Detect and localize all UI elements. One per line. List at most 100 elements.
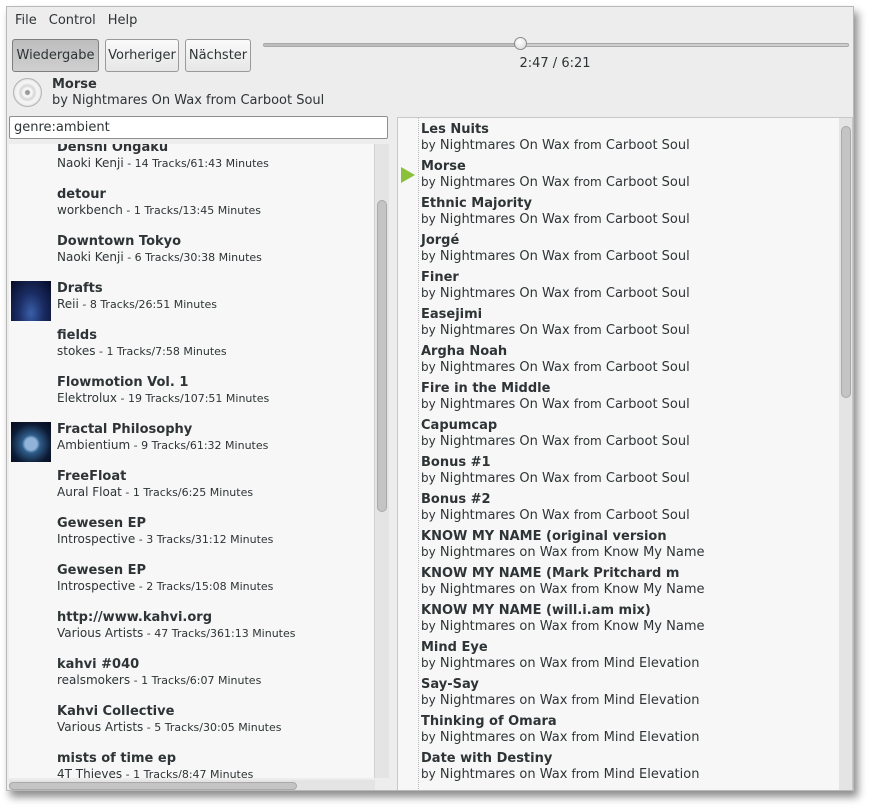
playlist-row[interactable]: KNOW MY NAME (Mark Pritchard m by Nightma… [398,564,852,601]
track-title: Morse [421,159,466,174]
album-list-scroll-thumb[interactable] [377,200,387,512]
playlist-row[interactable]: Finer by Nightmares On Wax from Carboot S… [398,268,852,305]
album-stats: 2 Tracks/15:08 Minutes [146,580,274,593]
album-subtitle: workbench - 1 Tracks/13:45 Minutes [57,203,261,217]
album-item[interactable]: Gewesen EP Introspective - 3 Tracks/31:12… [9,512,374,559]
track-subtitle: by Nightmares On Wax from Carboot Soul [421,508,690,523]
track-album: Mind Elevation [603,730,700,745]
album-artist: Various Artists [57,626,144,640]
album-list-horizontal-scrollbar[interactable] [9,780,375,790]
track-from: from [573,471,602,485]
album-list-vertical-scrollbar[interactable] [375,144,389,778]
next-button[interactable]: Nächster [185,39,251,72]
album-item[interactable]: Flowmotion Vol. 1 Elektrolux - 19 Tracks/… [9,371,374,418]
cd-icon [13,78,42,107]
seek-slider[interactable] [263,43,849,47]
menu-control[interactable]: Control [45,11,100,28]
seek-slider-handle[interactable] [513,37,527,50]
track-title: Finer [421,270,459,285]
playlist-row[interactable]: Date with Destiny by Nightmares on Wax fr… [398,749,852,786]
album-subtitle: Various Artists - 5 Tracks/30:05 Minutes [57,720,282,734]
track-from: from [573,212,602,226]
track-by: by [421,212,436,226]
track-artist: Nightmares On Wax [439,434,570,449]
album-separator: - [121,486,133,499]
track-by: by [421,767,436,781]
now-playing-from: from [206,93,237,108]
search-input[interactable] [9,116,388,139]
track-album: Know My Name [603,545,705,560]
track-by: by [421,249,436,263]
album-item[interactable]: Kahvi Collective Various Artists - 5 Trac… [9,700,374,747]
track-subtitle: by Nightmares On Wax from Carboot Soul [421,249,690,264]
playlist-row[interactable]: Say-Say by Nightmares on Wax from Mind El… [398,675,852,712]
playlist-row[interactable]: Morse by Nightmares On Wax from Carboot S… [398,157,852,194]
track-by: by [421,730,436,744]
menu-file[interactable]: File [11,11,41,28]
album-artist: Introspective [57,532,136,546]
album-subtitle: Introspective - 2 Tracks/15:08 Minutes [57,579,273,593]
playlist-row[interactable]: Jorgé by Nightmares On Wax from Carboot S… [398,231,852,268]
playlist-row[interactable]: Easejimi by Nightmares On Wax from Carboo… [398,305,852,342]
album-subtitle: Naoki Kenji - 14 Tracks/61:43 Minutes [57,156,269,170]
album-item[interactable]: Drafts Reii - 8 Tracks/26:51 Minutes [9,277,374,324]
album-item[interactable]: mists of time ep 4T Thieves - 1 Tracks/8:… [9,747,374,778]
album-list[interactable]: Denshi Ongaku Naoki Kenji - 14 Tracks/61:… [9,144,375,778]
album-item[interactable]: Gewesen EP Introspective - 2 Tracks/15:08… [9,559,374,606]
track-by: by [421,323,436,337]
playlist-row[interactable]: Fire in the Middle by Nightmares On Wax f… [398,379,852,416]
track-subtitle: by Nightmares on Wax from Know My Name [421,619,705,634]
track-from: from [573,360,602,374]
playlist-row[interactable]: Argha Noah by Nightmares On Wax from Carb… [398,342,852,379]
track-from: from [573,138,602,152]
album-item[interactable]: http://www.kahvi.org Various Artists - 47… [9,606,374,653]
menu-help[interactable]: Help [104,11,142,28]
playlist-pane[interactable]: Les Nuits by Nightmares On Wax from Carbo… [397,117,853,790]
playlist-row[interactable]: Bonus #1 by Nightmares On Wax from Carboo… [398,453,852,490]
album-item[interactable]: Fractal Philosophy Ambientium - 9 Tracks/… [9,418,374,465]
album-separator: - [122,768,134,778]
album-stats: 1 Tracks/6:07 Minutes [141,674,262,687]
track-title: KNOW MY NAME (Mark Pritchard m [421,566,680,581]
track-subtitle: by Nightmares on Wax from Know My Name [421,582,705,597]
track-album: Carboot Soul [605,323,690,338]
playlist-row[interactable]: KNOW MY NAME (will.i.am mix) by Nightmare… [398,601,852,638]
album-stats: 47 Tracks/361:13 Minutes [154,627,296,640]
playlist-row[interactable]: Bonus #2 by Nightmares On Wax from Carboo… [398,490,852,527]
play-button[interactable]: Wiedergabe [12,39,99,72]
playlist-vertical-scrollbar[interactable] [839,118,852,790]
album-item[interactable]: fields stokes - 1 Tracks/7:58 Minutes [9,324,374,371]
playlist-row[interactable]: KNOW MY NAME (original version by Nightma… [398,527,852,564]
album-item[interactable]: kahvi #040 realsmokers - 1 Tracks/6:07 Mi… [9,653,374,700]
album-artist: Naoki Kenji [57,250,124,264]
album-stats: 6 Tracks/30:38 Minutes [134,251,262,264]
playlist-row[interactable]: Mind Eye by Nightmares on Wax from Mind E… [398,638,852,675]
track-artist: Nightmares on Wax [439,582,568,597]
album-item[interactable]: Downtown Tokyo Naoki Kenji - 6 Tracks/30:… [9,230,374,277]
previous-button[interactable]: Vorheriger [105,39,179,72]
app-window: File Control Help Wiedergabe Vorheriger … [6,6,854,791]
playlist-row[interactable]: Capumcap by Nightmares On Wax from Carboo… [398,416,852,453]
playlist-row[interactable]: Thinking of Omara by Nightmares on Wax fr… [398,712,852,749]
playlist-row[interactable]: Les Nuits by Nightmares On Wax from Carbo… [398,120,852,157]
album-item[interactable]: FreeFloat Aural Float - 1 Tracks/6:25 Min… [9,465,374,512]
track-album: Mind Elevation [603,767,700,782]
track-title: Bonus #1 [421,455,491,470]
album-artist: Ambientium [57,438,131,452]
album-item[interactable]: Denshi Ongaku Naoki Kenji - 14 Tracks/61:… [9,144,374,183]
album-artist: stokes [57,344,96,358]
album-separator: - [122,204,134,217]
track-artist: Nightmares on Wax [439,767,568,782]
album-stats: 1 Tracks/8:47 Minutes [133,768,254,778]
track-by: by [421,360,436,374]
pane-splitter[interactable] [391,115,395,790]
album-list-hscroll-thumb[interactable] [9,782,297,790]
playlist-scroll-thumb[interactable] [841,126,851,398]
album-item[interactable]: detour workbench - 1 Tracks/13:45 Minutes [9,183,374,230]
track-subtitle: by Nightmares On Wax from Carboot Soul [421,471,690,486]
track-title: Capumcap [421,418,498,433]
album-artist: 4T Thieves [57,767,123,778]
playlist-row[interactable]: Ethnic Majority by Nightmares On Wax from… [398,194,852,231]
track-album: Carboot Soul [605,138,690,153]
album-subtitle: Reii - 8 Tracks/26:51 Minutes [57,297,217,311]
